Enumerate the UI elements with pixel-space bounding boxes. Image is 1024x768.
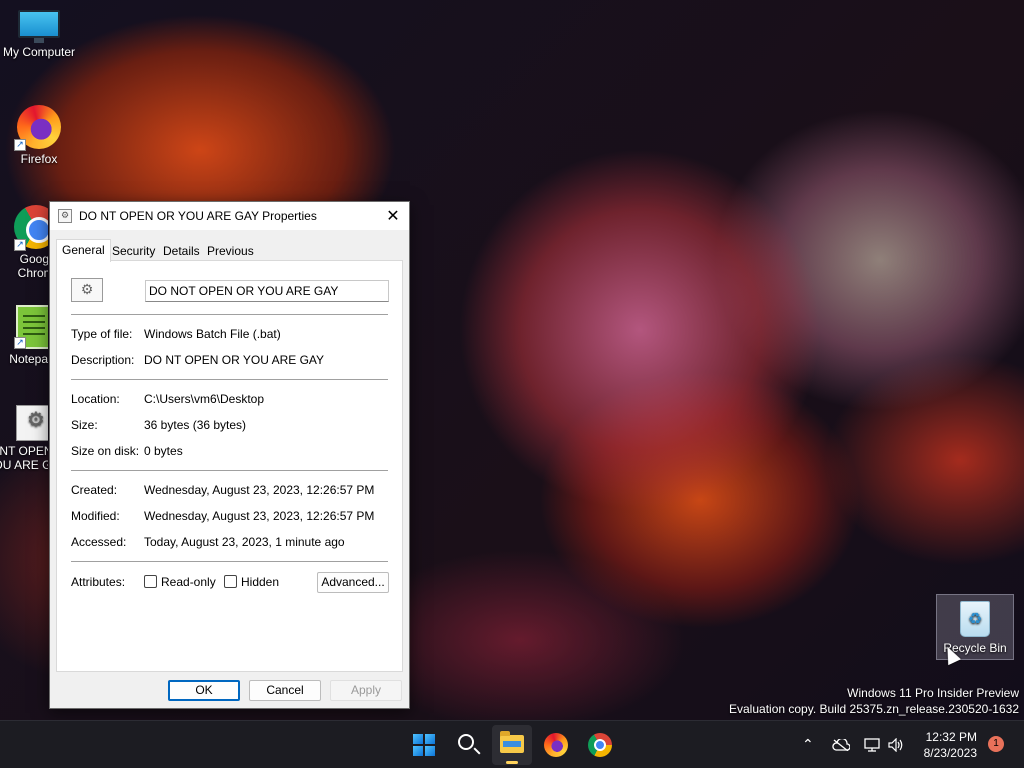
created-value: Wednesday, August 23, 2023, 12:26:57 PM [144,483,375,497]
cancel-button[interactable]: Cancel [249,680,321,701]
close-button[interactable]: ✕ [382,205,404,227]
notification-badge[interactable]: 1 [988,736,1004,752]
separator [71,561,388,562]
desktop-icon-label: Firefox [20,152,58,166]
file-type-icon: ⚙ [71,278,103,302]
file-explorer-button[interactable] [492,725,532,765]
tab-details[interactable]: Details [158,241,205,261]
general-tab-panel: ⚙ DO NOT OPEN OR YOU ARE GAY Type of fil… [56,260,403,672]
size-value: 36 bytes (36 bytes) [144,418,247,432]
accessed-label: Accessed: [71,535,127,549]
desktop-icon-label: Notepad++ [9,352,48,366]
modified-value: Wednesday, August 23, 2023, 12:26:57 PM [144,509,375,523]
taskbar: ⌃ 12:32 PM 8/23/2023 [0,720,1024,768]
hidden-checkbox[interactable]: Hidden [224,575,279,589]
apply-button[interactable]: Apply [330,680,402,701]
desktop-icon-batch-file[interactable]: DO NT OPEN OR YOU ARE GAY [0,405,48,472]
separator [71,379,388,380]
location-value: C:\Users\vm6\Desktop [144,392,265,406]
file-explorer-icon [500,731,524,753]
location-label: Location: [71,392,120,406]
description-value: DO NT OPEN OR YOU ARE GAY [144,353,325,367]
dialog-title: DO NT OPEN OR YOU ARE GAY Properties [79,209,317,223]
clock[interactable]: 12:32 PM 8/23/2023 [924,729,977,761]
checkbox-box[interactable] [224,575,237,588]
desktop-icon-chrome[interactable]: ↗ Google Chrome [0,205,48,280]
volume-icon[interactable] [888,721,906,768]
description-label: Description: [71,353,135,367]
firefox-icon [544,733,568,757]
watermark-line-1: Windows 11 Pro Insider Preview [847,686,1019,700]
chrome-taskbar-button[interactable] [580,725,620,765]
properties-dialog: ⚙ DO NT OPEN OR YOU ARE GAY Properties ✕… [49,201,410,709]
readonly-checkbox[interactable]: Read-only [144,575,216,589]
start-button[interactable] [404,725,444,765]
network-icon[interactable] [864,721,882,768]
close-icon: ✕ [386,206,400,225]
start-icon [413,734,435,756]
readonly-label: Read-only [161,575,216,589]
shortcut-arrow-icon: ↗ [14,239,26,251]
tab-previous-versions[interactable]: Previous Versions [202,241,259,278]
type-of-file-label: Type of file: [71,327,133,341]
onedrive-icon[interactable] [832,721,852,768]
separator [71,470,388,471]
desktop-icon-my-computer[interactable]: My Computer [0,10,78,59]
clock-time: 12:32 PM [925,730,977,744]
chevron-up-icon: ⌃ [802,737,814,753]
tab-general[interactable]: General [56,239,111,262]
created-label: Created: [71,483,118,497]
attributes-label: Attributes: [71,575,126,589]
shortcut-arrow-icon: ↗ [14,139,26,151]
search-button[interactable] [448,725,488,765]
desktop-icon-firefox[interactable]: ↗ Firefox [0,105,78,166]
firefox-taskbar-button[interactable] [536,725,576,765]
recycle-bin-icon: ♻ [960,601,990,637]
advanced-button[interactable]: Advanced... [317,572,389,593]
type-of-file-value: Windows Batch File (.bat) [144,327,281,341]
clock-date: 8/23/2023 [923,746,977,760]
shortcut-arrow-icon: ↗ [14,337,26,349]
show-hidden-icons-button[interactable]: ⌃ [802,721,814,768]
size-on-disk-value: 0 bytes [144,444,183,458]
desktop-icon-notepad[interactable]: ↗ Notepad++ [0,305,48,366]
ok-button[interactable]: OK [168,680,240,701]
checkbox-box[interactable] [144,575,157,588]
desktop-icon-label: Google Chrome [17,252,48,280]
accessed-value: Today, August 23, 2023, 1 minute ago [144,535,345,549]
separator [71,314,388,315]
hidden-label: Hidden [241,575,280,589]
size-label: Size: [71,418,98,432]
size-on-disk-label: Size on disk: [71,444,140,458]
desktop-icon-label: My Computer [2,45,76,59]
search-icon [458,734,474,750]
file-name-field[interactable]: DO NOT OPEN OR YOU ARE GAY [145,280,389,302]
chrome-icon [588,733,612,757]
active-indicator [506,761,518,764]
batch-file-icon [16,405,48,441]
tab-security[interactable]: Security [107,241,160,261]
desktop-icon-label: DO NT OPEN OR YOU ARE GAY [0,444,48,472]
monitor-icon [18,10,60,43]
dialog-title-bar[interactable]: ⚙ DO NT OPEN OR YOU ARE GAY Properties ✕ [50,202,409,230]
modified-label: Modified: [71,509,120,523]
watermark-line-2: Evaluation copy. Build 25375.zn_release.… [729,702,1019,716]
batch-file-icon: ⚙ [58,209,72,223]
